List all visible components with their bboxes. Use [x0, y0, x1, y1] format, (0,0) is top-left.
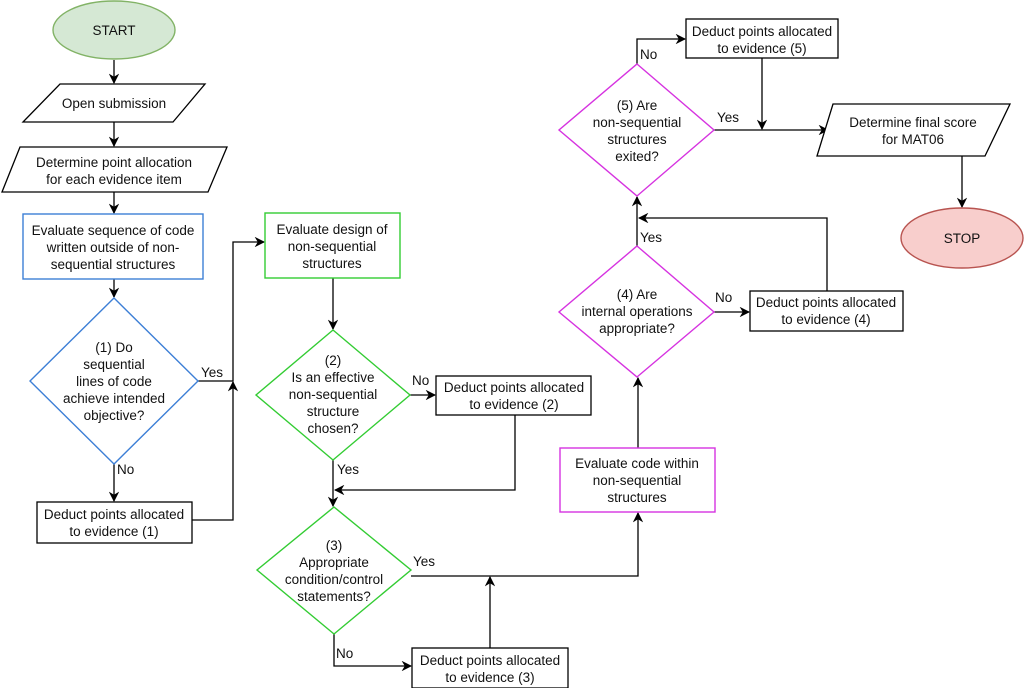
edge-deduct1-merge [192, 380, 239, 521]
q3-no-label: No [336, 646, 353, 661]
final-score-io [816, 103, 1012, 157]
q5-no-label: No [640, 47, 657, 62]
q3-decision [255, 506, 413, 635]
q2-no-label: No [412, 373, 429, 388]
stop-label: STOP [944, 231, 981, 246]
edge-q3-yes [411, 511, 644, 577]
q1-yes-label: Yes [201, 365, 223, 380]
q4-no-label: No [715, 290, 732, 305]
q5-yes-label: Yes [717, 110, 739, 125]
edge-q1-yes [198, 236, 266, 382]
flowchart: START Open submission Determine point al… [1, 0, 1024, 688]
q4-yes-label: Yes [640, 230, 662, 245]
evaluate-sequence-label: Evaluate sequence of code written outside… [32, 223, 195, 272]
q2-yes-label: Yes [337, 462, 359, 477]
q1-no-label: No [117, 462, 134, 477]
q5-decision [557, 63, 716, 197]
open-submission-label: Open submission [62, 96, 166, 111]
q3-yes-label: Yes [413, 554, 435, 569]
start-label: START [92, 23, 135, 38]
